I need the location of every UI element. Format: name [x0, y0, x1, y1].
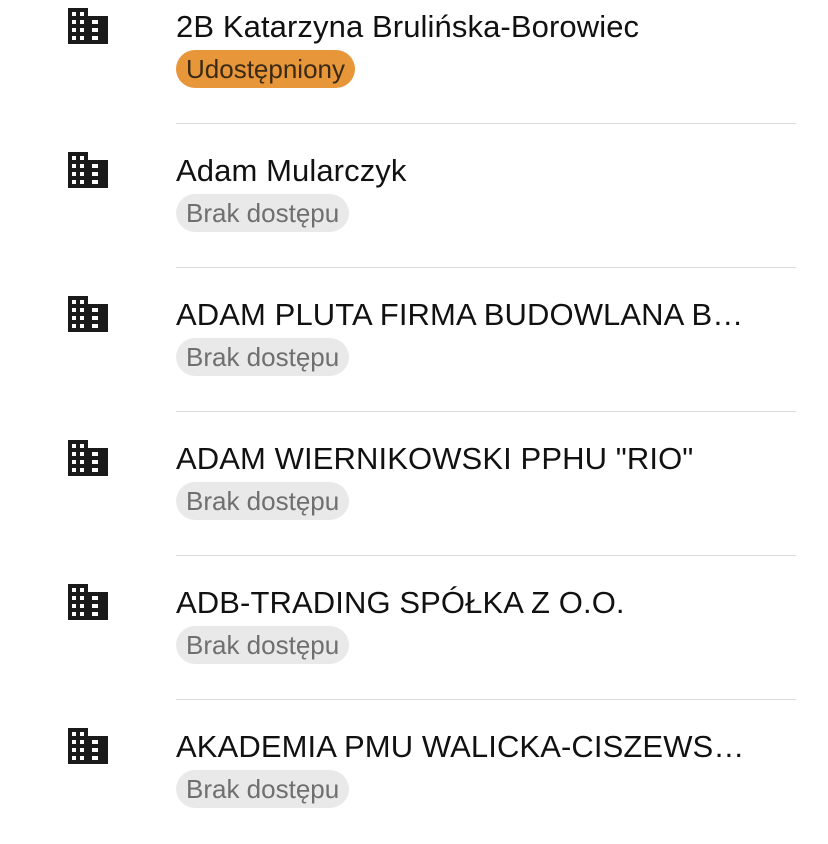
building-icon: [68, 8, 108, 44]
company-name: ADAM WIERNIKOWSKI PPHU "RIO": [176, 441, 694, 476]
company-name: Adam Mularczyk: [176, 153, 407, 188]
status-badge: Brak dostępu: [176, 482, 350, 520]
company-name: 2B Katarzyna Brulińska-Borowiec: [176, 9, 640, 44]
status-badge: Udostępniony: [176, 50, 355, 88]
status-badge: Brak dostępu: [176, 338, 350, 376]
building-icon: [68, 440, 108, 476]
status-badge: Brak dostępu: [176, 194, 350, 232]
list-item[interactable]: AKADEMIA PMU WALICKA-CISZEWS… Brak dostę…: [0, 700, 828, 844]
company-name: AKADEMIA PMU WALICKA-CISZEWS…: [176, 729, 745, 764]
company-name: ADAM PLUTA FIRMA BUDOWLANA B…: [176, 297, 744, 332]
status-badge: Brak dostępu: [176, 626, 350, 664]
list-item[interactable]: ADB-TRADING SPÓŁKA Z O.O. Brak dostępu: [0, 556, 828, 700]
status-badge: Brak dostępu: [176, 770, 350, 808]
building-icon: [68, 728, 108, 764]
company-name: ADB-TRADING SPÓŁKA Z O.O.: [176, 585, 625, 620]
building-icon: [68, 152, 108, 188]
list-item[interactable]: ADAM WIERNIKOWSKI PPHU "RIO" Brak dostęp…: [0, 412, 828, 556]
building-icon: [68, 584, 108, 620]
list-item[interactable]: Adam Mularczyk Brak dostępu: [0, 124, 828, 268]
company-list: 2B Katarzyna Brulińska-Borowiec Udostępn…: [0, 0, 828, 844]
building-icon: [68, 296, 108, 332]
list-item[interactable]: ADAM PLUTA FIRMA BUDOWLANA B… Brak dostę…: [0, 268, 828, 412]
list-item[interactable]: 2B Katarzyna Brulińska-Borowiec Udostępn…: [0, 0, 828, 124]
